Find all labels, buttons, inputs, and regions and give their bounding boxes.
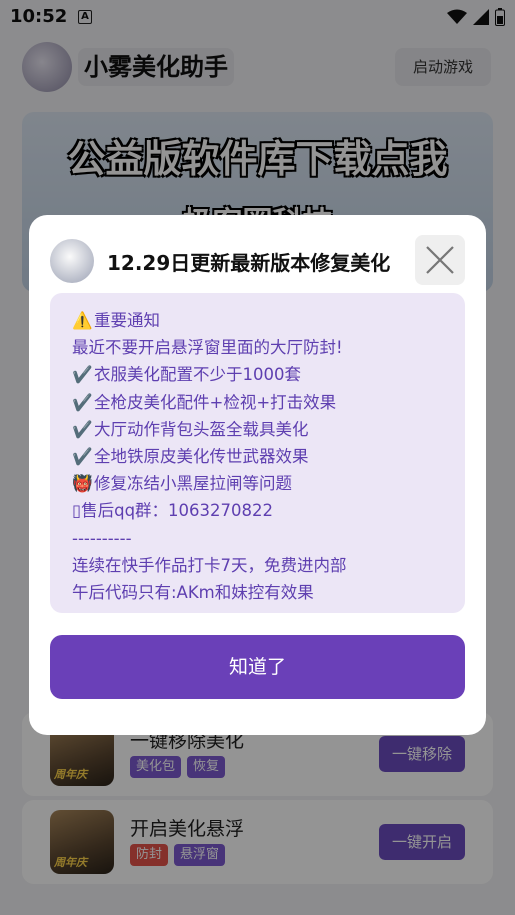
- check-icon: ✔️: [72, 419, 93, 439]
- notice-line: ⚠️重要通知: [72, 307, 465, 334]
- check-icon: ✔️: [72, 446, 93, 466]
- confirm-button[interactable]: 知道了: [50, 635, 465, 699]
- notice-line: ✔️大厅动作背包头盔全载具美化: [72, 416, 465, 443]
- notice-line: 最近不要开启悬浮窗里面的大厅防封!: [72, 338, 343, 358]
- check-icon: ✔️: [72, 365, 93, 385]
- update-notice-dialog: 12.29日更新最新版本修复美化 ⚠️重要通知 最近不要开启悬浮窗里面的大厅防封…: [29, 215, 486, 735]
- notice-line: 👹修复冻结小黑屋拉闸等问题: [72, 470, 465, 497]
- dialog-avatar: [50, 239, 94, 283]
- notice-line: ✔️全地铁原皮美化传世武器效果: [72, 443, 465, 470]
- notice-line: 连续在快手作品打卡7天，免费进内部: [72, 555, 347, 575]
- notice-line: ✔️全枪皮美化配件+检视+打击效果: [72, 389, 465, 416]
- notice-content: ⚠️重要通知 最近不要开启悬浮窗里面的大厅防封! ✔️衣服美化配置不少于1000…: [50, 293, 465, 613]
- notice-line: ----------: [72, 528, 132, 548]
- check-icon: ✔️: [72, 392, 93, 412]
- notice-line: ✔️衣服美化配置不少于1000套: [72, 361, 465, 388]
- close-button[interactable]: [415, 235, 465, 285]
- missing-glyph-icon: ▯: [72, 501, 82, 521]
- warning-icon: ⚠️: [72, 311, 93, 330]
- ogre-icon: 👹: [72, 474, 93, 494]
- notice-line: ▯售后qq群：1063270822: [72, 501, 274, 521]
- notice-line: 午后代码只有:AKm和妹控有效果: [72, 582, 314, 602]
- dialog-title: 12.29日更新最新版本修复美化: [107, 251, 391, 275]
- close-icon: [426, 246, 454, 274]
